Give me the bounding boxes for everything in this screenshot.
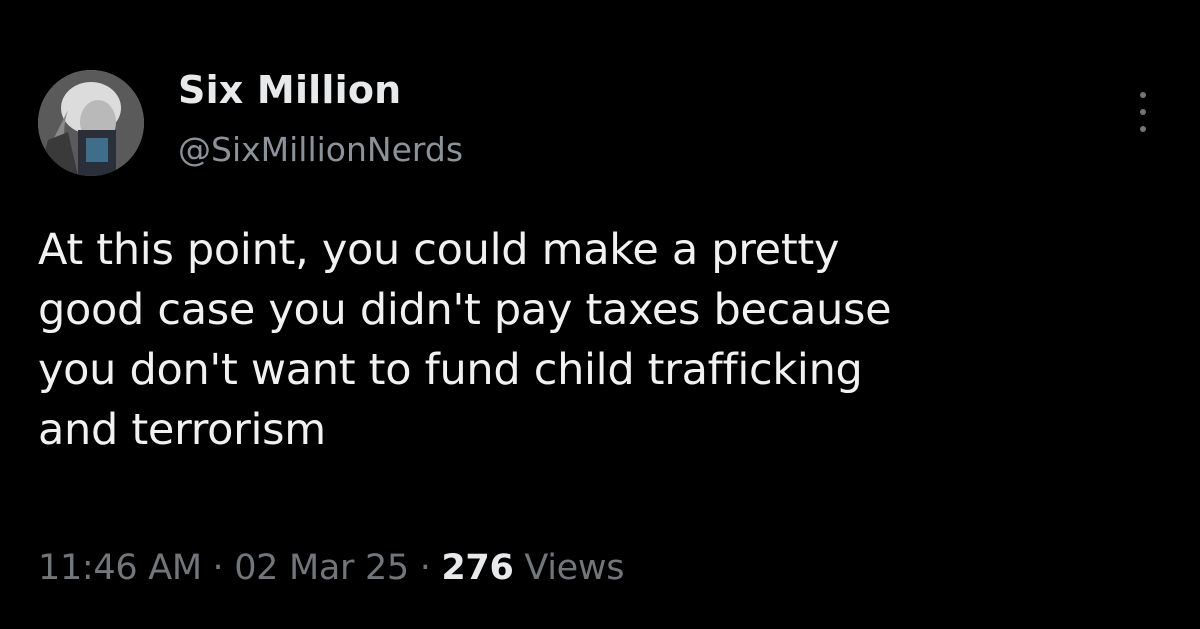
tweet-card: Six Million @SixMillionNerds At this poi… xyxy=(0,0,1200,629)
meta-separator: · xyxy=(408,548,442,588)
tweet-meta: 11:46 AM · 02 Mar 25 · 276 Views xyxy=(38,548,624,588)
user-handle[interactable]: @SixMillionNerds xyxy=(178,130,463,169)
more-dots-vertical-icon xyxy=(1140,109,1146,115)
more-dots-vertical-icon xyxy=(1140,126,1146,132)
tweet-text-line: and terrorism xyxy=(38,405,326,455)
tweet-text: At this point, you could make a pretty g… xyxy=(38,220,1158,460)
tweet-text-line: you don't want to fund child trafficking xyxy=(38,345,863,395)
display-name[interactable]: Six Million xyxy=(178,68,401,112)
avatar[interactable] xyxy=(38,70,144,176)
more-options-button[interactable] xyxy=(1128,90,1158,134)
avatar-image xyxy=(38,70,144,176)
tweet-time[interactable]: 11:46 AM xyxy=(38,548,202,588)
meta-separator: · xyxy=(201,548,235,588)
tweet-text-line: good case you didn't pay taxes because xyxy=(38,285,892,335)
tweet-date[interactable]: 02 Mar 25 xyxy=(234,548,409,588)
tweet-text-line: At this point, you could make a pretty xyxy=(38,225,840,275)
more-dots-vertical-icon xyxy=(1140,92,1146,98)
views-label: Views xyxy=(513,548,625,588)
views-count[interactable]: 276 xyxy=(441,548,513,588)
